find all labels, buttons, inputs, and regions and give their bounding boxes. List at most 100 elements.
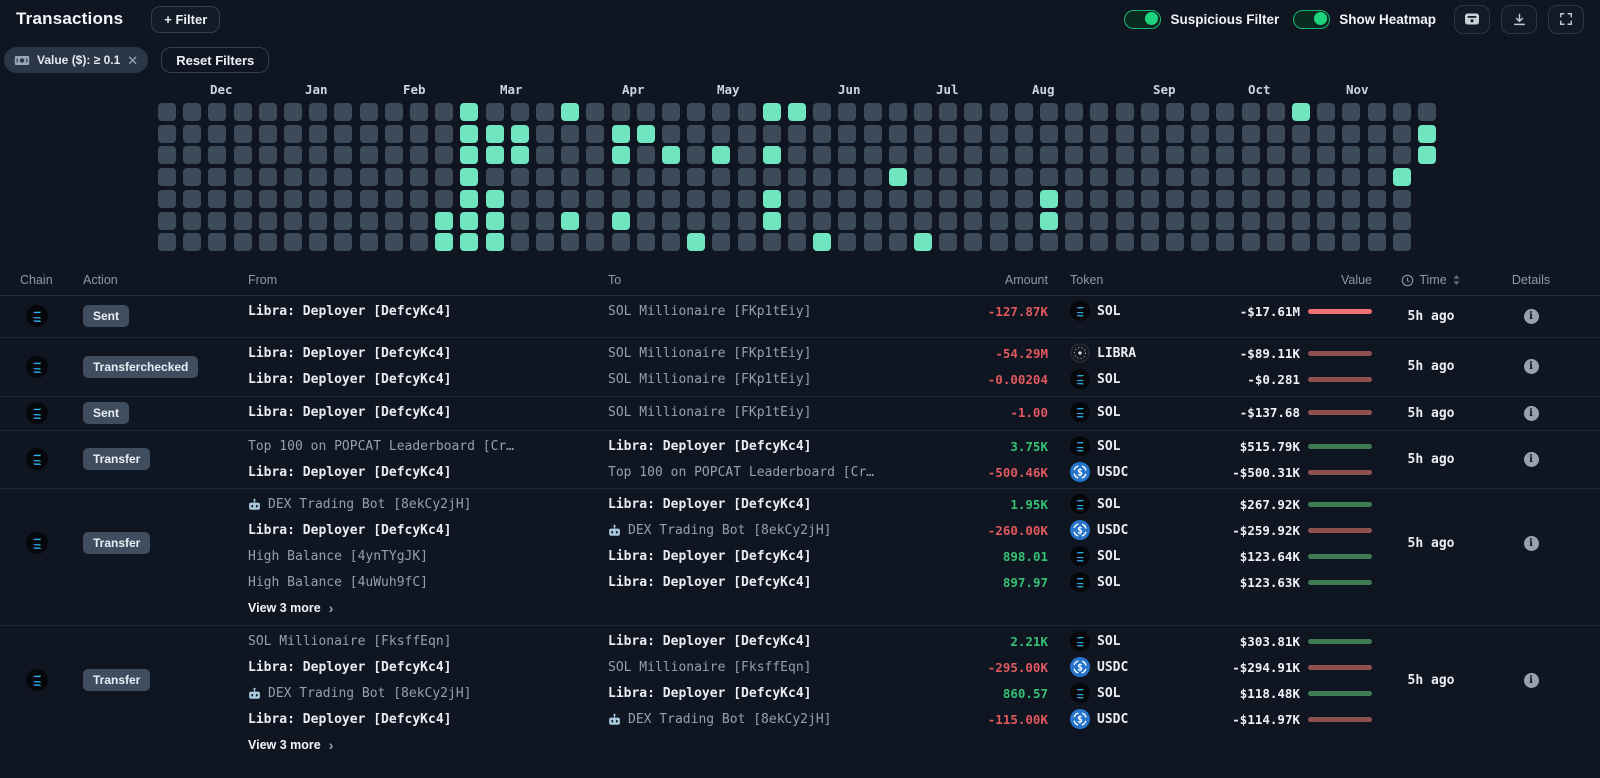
heatmap-cell[interactable]: [183, 168, 201, 186]
heatmap-cell[interactable]: [259, 146, 277, 164]
heatmap-cell[interactable]: [964, 212, 982, 230]
heatmap-cell[interactable]: [864, 146, 882, 164]
heatmap-cell[interactable]: [1141, 212, 1159, 230]
heatmap-cell[interactable]: [561, 233, 579, 251]
heatmap-cell-active[interactable]: [1040, 190, 1058, 208]
heatmap-cell[interactable]: [864, 103, 882, 121]
heatmap-cell[interactable]: [1242, 168, 1260, 186]
heatmap-cell-active[interactable]: [712, 146, 730, 164]
heatmap-cell[interactable]: [183, 190, 201, 208]
heatmap-cell[interactable]: [1040, 233, 1058, 251]
table-row[interactable]: TransferTop 100 on POPCAT Leaderboard [C…: [0, 431, 1600, 489]
heatmap-cell[interactable]: [712, 125, 730, 143]
heatmap-cell[interactable]: [259, 168, 277, 186]
heatmap-cell[interactable]: [1090, 146, 1108, 164]
header-time-sort[interactable]: Time: [1372, 273, 1490, 287]
view-more-button[interactable]: View 3 more›: [248, 732, 608, 758]
heatmap-cell[interactable]: [914, 103, 932, 121]
heatmap-cell-active[interactable]: [914, 233, 932, 251]
heatmap-cell[interactable]: [1166, 168, 1184, 186]
heatmap-cell[interactable]: [889, 212, 907, 230]
heatmap-cell[interactable]: [939, 146, 957, 164]
heatmap-cell[interactable]: [662, 103, 680, 121]
table-row[interactable]: SentLibra: Deployer [DefcyKc4]SOL Millio…: [0, 397, 1600, 431]
to-address[interactable]: DEX Trading Bot [8ekCy2jH]: [608, 712, 832, 727]
heatmap-cell[interactable]: [1015, 233, 1033, 251]
heatmap-cell[interactable]: [1065, 146, 1083, 164]
heatmap-cell[interactable]: [536, 168, 554, 186]
heatmap-cell[interactable]: [1368, 168, 1386, 186]
heatmap-cell[interactable]: [1116, 125, 1134, 143]
heatmap-cell[interactable]: [561, 125, 579, 143]
heatmap-cell[interactable]: [1015, 125, 1033, 143]
heatmap-cell-active[interactable]: [788, 103, 806, 121]
from-address[interactable]: DEX Trading Bot [8ekCy2jH]: [248, 686, 472, 701]
from-address[interactable]: High Balance [4ynTYgJK]: [248, 549, 428, 564]
heatmap-cell[interactable]: [360, 146, 378, 164]
to-address[interactable]: Libra: Deployer [DefcyKc4]: [608, 497, 812, 512]
heatmap-cell[interactable]: [964, 168, 982, 186]
heatmap-cell[interactable]: [1191, 212, 1209, 230]
heatmap-cell-active[interactable]: [511, 146, 529, 164]
table-row[interactable]: TransferDEX Trading Bot [8ekCy2jH]Libra:…: [0, 489, 1600, 626]
heatmap-cell[interactable]: [360, 212, 378, 230]
token-item[interactable]: SOL: [1048, 628, 1180, 654]
heatmap-cell[interactable]: [788, 146, 806, 164]
heatmap-cell[interactable]: [1216, 103, 1234, 121]
heatmap-cell-active[interactable]: [561, 212, 579, 230]
heatmap-cell[interactable]: [1267, 190, 1285, 208]
heatmap-cell[interactable]: [284, 190, 302, 208]
heatmap-cell[interactable]: [360, 233, 378, 251]
heatmap-cell[interactable]: [738, 190, 756, 208]
heatmap-cell[interactable]: [1065, 233, 1083, 251]
heatmap-cell[interactable]: [309, 146, 327, 164]
heatmap-cell[interactable]: [1191, 103, 1209, 121]
heatmap-cell[interactable]: [662, 190, 680, 208]
heatmap-cell[interactable]: [939, 212, 957, 230]
heatmap-cell[interactable]: [1317, 168, 1335, 186]
heatmap-cell[interactable]: [435, 190, 453, 208]
heatmap-cell-active[interactable]: [763, 146, 781, 164]
heatmap-cell[interactable]: [536, 212, 554, 230]
heatmap-cell[interactable]: [990, 212, 1008, 230]
heatmap-cell[interactable]: [234, 212, 252, 230]
heatmap-cell[interactable]: [385, 125, 403, 143]
heatmap-cell[interactable]: [788, 125, 806, 143]
heatmap-cell-active[interactable]: [1292, 103, 1310, 121]
heatmap-cell[interactable]: [1393, 233, 1411, 251]
heatmap-cell[interactable]: [561, 168, 579, 186]
heatmap-cell[interactable]: [1267, 233, 1285, 251]
heatmap-cell[interactable]: [813, 212, 831, 230]
heatmap-cell[interactable]: [334, 168, 352, 186]
heatmap-cell[interactable]: [1191, 146, 1209, 164]
heatmap-cell[interactable]: [208, 212, 226, 230]
heatmap-cell[interactable]: [334, 190, 352, 208]
heatmap-cell[interactable]: [1040, 103, 1058, 121]
heatmap-cell[interactable]: [763, 233, 781, 251]
heatmap-cell[interactable]: [360, 125, 378, 143]
heatmap-cell[interactable]: [889, 233, 907, 251]
heatmap-cell[interactable]: [1368, 233, 1386, 251]
heatmap-cell-active[interactable]: [1418, 125, 1436, 143]
heatmap-cell[interactable]: [838, 125, 856, 143]
details-icon[interactable]: i: [1524, 536, 1539, 551]
heatmap-cell[interactable]: [687, 212, 705, 230]
heatmap-cell[interactable]: [864, 125, 882, 143]
from-address[interactable]: Libra: Deployer [DefcyKc4]: [248, 372, 452, 387]
token-item[interactable]: $USDC: [1048, 517, 1180, 543]
heatmap-cell[interactable]: [712, 103, 730, 121]
heatmap-cell[interactable]: [1216, 190, 1234, 208]
token-item[interactable]: SOL: [1048, 433, 1180, 459]
heatmap-cell[interactable]: [1342, 212, 1360, 230]
heatmap-cell[interactable]: [1141, 146, 1159, 164]
from-address[interactable]: Libra: Deployer [DefcyKc4]: [248, 660, 452, 675]
heatmap-cell[interactable]: [586, 146, 604, 164]
heatmap-cell[interactable]: [208, 233, 226, 251]
heatmap-cell[interactable]: [1292, 168, 1310, 186]
heatmap-cell[interactable]: [914, 146, 932, 164]
heatmap-cell[interactable]: [158, 146, 176, 164]
heatmap-cell[interactable]: [712, 212, 730, 230]
heatmap-cell[interactable]: [914, 212, 932, 230]
heatmap-cell-active[interactable]: [612, 212, 630, 230]
heatmap-cell[interactable]: [1065, 212, 1083, 230]
